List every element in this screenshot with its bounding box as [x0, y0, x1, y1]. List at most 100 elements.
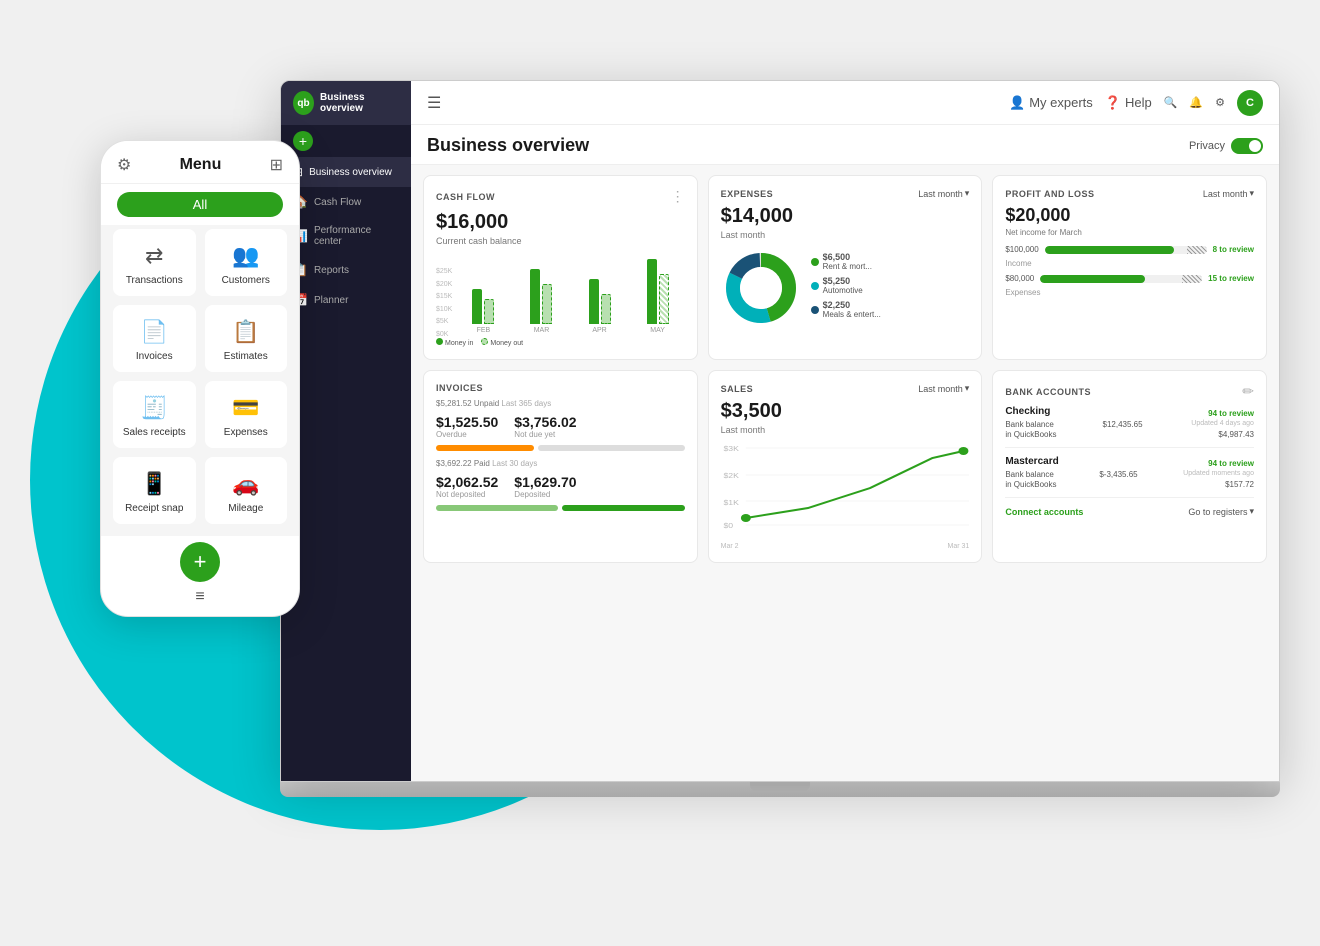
pl-income-review[interactable]: 8 to review: [1213, 245, 1254, 254]
qb-logo: qb: [293, 91, 314, 115]
checking-review[interactable]: 94 to review: [1208, 409, 1254, 418]
phone-mileage[interactable]: 🚗 Mileage: [205, 457, 288, 524]
topbar-hamburger[interactable]: ☰: [427, 93, 441, 113]
bar-may: MAY: [631, 254, 685, 334]
sales-line: [746, 451, 964, 518]
pl-subtitle: Net income for March: [1005, 228, 1254, 237]
mastercard-review[interactable]: 94 to review: [1208, 459, 1254, 468]
privacy-label: Privacy: [1189, 140, 1225, 152]
expenses-amount: $14,000: [721, 205, 970, 228]
invoice-notdeposited-val: $2,062.52: [436, 474, 498, 490]
customers-icon: 👥: [232, 243, 259, 269]
topbar-search[interactable]: 🔍: [1164, 96, 1178, 109]
go-registers-link[interactable]: Go to registers ▾: [1188, 506, 1254, 517]
invoice-paid-bars: [436, 503, 685, 511]
invoice-unpaid-val: $5,281.52 Unpaid: [436, 399, 499, 408]
my-experts-label: My experts: [1029, 95, 1093, 110]
phone-receipt-snap[interactable]: 📱 Receipt snap: [113, 457, 196, 524]
sales-amount: $3,500: [721, 400, 970, 423]
mileage-label: Mileage: [228, 503, 263, 514]
pl-expenses-review[interactable]: 15 to review: [1208, 274, 1254, 283]
checking-qb-val: $4,987.43: [1218, 430, 1254, 439]
mastercard-bank-balance-val: $-3,435.65: [1099, 470, 1137, 479]
sales-receipts-label: Sales receipts: [123, 427, 186, 438]
topbar-notifications[interactable]: 🔔: [1189, 96, 1203, 109]
meals-value: $2,250: [823, 300, 881, 310]
sidebar-app-name: Business overview: [320, 92, 399, 114]
phone-expenses-icon: 💳: [232, 395, 259, 421]
sidebar-item-business-overview[interactable]: ⊞ Business overview: [281, 157, 411, 187]
invoice-paid-amounts: $2,062.52 Not deposited $1,629.70 Deposi…: [436, 474, 685, 499]
phone-all-button[interactable]: All: [117, 192, 283, 217]
invoice-overdue-col: $1,525.50 Overdue: [436, 414, 498, 439]
y-axis: $25K $20K $15K $10K $5K $0K: [436, 268, 452, 338]
phone-estimates[interactable]: 📋 Estimates: [205, 305, 288, 372]
phone-transactions[interactable]: ⇄ Transactions: [113, 229, 196, 296]
sales-date-start: Mar 2: [721, 543, 739, 550]
card-profit-loss: PROFIT AND LOSS Last month ▾ $20,000 Net…: [992, 175, 1267, 360]
bank-edit-icon[interactable]: ✏: [1242, 383, 1254, 400]
invoice-deposited-label: Deposited: [514, 490, 576, 499]
phone-expenses-label: Expenses: [224, 427, 268, 438]
phone-header: ⚙ Menu ⊞: [101, 141, 299, 184]
cash-flow-menu[interactable]: ⋮: [671, 188, 685, 205]
legend-in-label: Money in: [445, 340, 473, 347]
invoice-unpaid-amounts: $1,525.50 Overdue $3,756.02 Not due yet: [436, 414, 685, 439]
phone-invoices[interactable]: 📄 Invoices: [113, 305, 196, 372]
dashboard-grid: CASH FLOW ⋮ $16,000 Current cash balance…: [411, 165, 1279, 573]
sidebar-item-planner[interactable]: 📅 Planner: [281, 285, 411, 315]
phone-customers[interactable]: 👥 Customers: [205, 229, 288, 296]
invoice-unpaid-row: $5,281.52 Unpaid Last 365 days: [436, 399, 685, 408]
phone-sales-receipts[interactable]: 🧾 Sales receipts: [113, 381, 196, 448]
checking-bank-balance-row: Bank balance $12,435.65 Updated 4 days a…: [1005, 420, 1254, 429]
pl-expenses-bar: [1040, 275, 1202, 283]
topbar-my-experts[interactable]: 👤 My experts: [1009, 95, 1093, 111]
rent-dot: [811, 258, 819, 266]
bar-may-out: [659, 274, 669, 324]
sales-date-row: Mar 2 Mar 31: [721, 543, 970, 550]
topbar-help[interactable]: ❓ Help: [1105, 95, 1152, 111]
phone-settings-icon[interactable]: ⊞: [270, 155, 283, 175]
sidebar-item-cash-flow[interactable]: 🏠 Cash Flow: [281, 187, 411, 217]
mastercard-bank-balance-row: Bank balance $-3,435.65 Updated moments …: [1005, 470, 1254, 479]
phone-add-button[interactable]: +: [180, 542, 220, 582]
pl-expenses-row: $80,000 15 to review: [1005, 274, 1254, 283]
laptop-mockup: qb Business overview + ⊞ Business overvi…: [280, 80, 1280, 782]
expenses-period[interactable]: Last month ▾: [918, 188, 969, 199]
invoice-paid-val: $3,692.22 Paid: [436, 459, 490, 468]
phone-expenses[interactable]: 💳 Expenses: [205, 381, 288, 448]
estimates-label: Estimates: [224, 351, 268, 362]
invoice-notdeposited-col: $2,062.52 Not deposited: [436, 474, 498, 499]
go-registers-label: Go to registers: [1188, 507, 1247, 517]
connect-accounts-link[interactable]: Connect accounts: [1005, 507, 1083, 517]
bar-mar-out: [542, 284, 552, 324]
phone-gear-icon[interactable]: ⚙: [117, 155, 131, 175]
phone-hamburger-icon[interactable]: ≡: [101, 588, 299, 616]
pl-income-bar-fill: [1045, 246, 1175, 254]
scene-container: ⚙ Menu ⊞ All ⇄ Transactions 👥 Customers …: [100, 80, 1280, 906]
invoice-notdue-label: Not due yet: [514, 430, 576, 439]
mastercard-qb-label: in QuickBooks: [1005, 480, 1056, 489]
phone-invoices-label: Invoices: [136, 351, 173, 362]
sales-period[interactable]: Last month ▾: [918, 383, 969, 394]
topbar-settings[interactable]: ⚙: [1215, 96, 1225, 109]
invoice-notdue-col: $3,756.02 Not due yet: [514, 414, 576, 439]
privacy-switch[interactable]: [1231, 138, 1263, 154]
phone-menu-title: Menu: [131, 156, 269, 174]
sidebar-item-performance[interactable]: 📊 Performance center: [281, 217, 411, 255]
sidebar-item-reports[interactable]: 📋 Reports: [281, 255, 411, 285]
sidebar-performance-label: Performance center: [314, 225, 399, 247]
invoice-bar-overdue: [436, 445, 534, 451]
invoice-paid-period: Last 30 days: [492, 459, 537, 468]
pl-chevron-icon: ▾: [1249, 188, 1254, 199]
pl-expenses-bar-fill: [1040, 275, 1145, 283]
sidebar-add-button[interactable]: +: [293, 131, 313, 151]
auto-dot: [811, 282, 819, 290]
checking-qb-label: in QuickBooks: [1005, 430, 1056, 439]
pl-expenses-bar-pattern: [1182, 275, 1202, 283]
topbar-user-avatar[interactable]: C: [1237, 90, 1263, 116]
sales-card-header: SALES Last month ▾: [721, 383, 970, 394]
privacy-toggle[interactable]: Privacy: [1189, 138, 1263, 154]
donut-item-rent: $6,500 Rent & mort...: [811, 252, 881, 271]
pl-period[interactable]: Last month ▾: [1203, 188, 1254, 199]
